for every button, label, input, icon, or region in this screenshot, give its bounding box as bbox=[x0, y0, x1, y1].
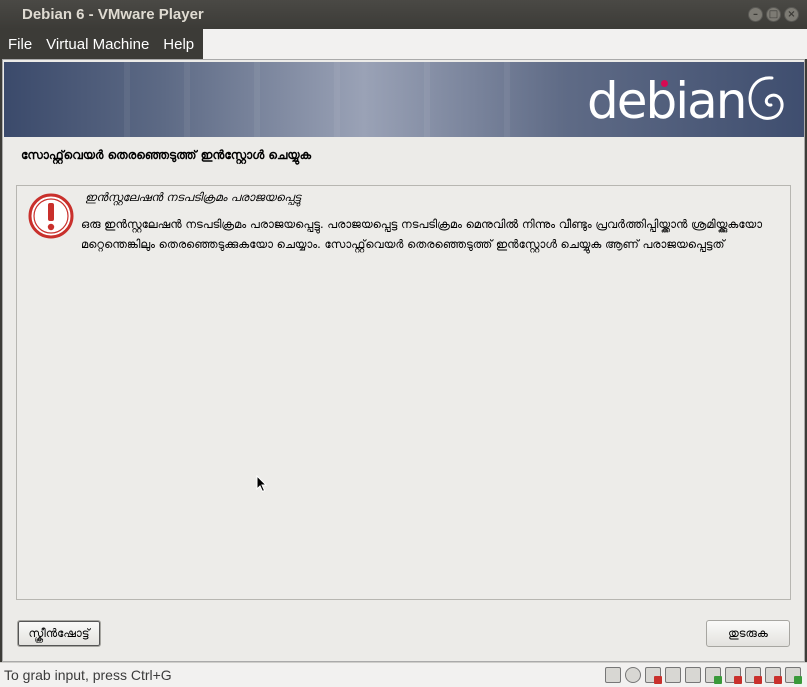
debian-logo-dot bbox=[661, 80, 668, 87]
usb-icon[interactable] bbox=[725, 667, 742, 684]
status-bar: To grab input, press Ctrl+G bbox=[0, 662, 807, 687]
page-title: സോഫ്റ്റ്‌വെയര്‍ തെരഞ്ഞെടുത്ത് ഇന്‍സ്റ്റോ… bbox=[21, 148, 312, 162]
close-button[interactable]: × bbox=[784, 7, 799, 22]
minimize-button[interactable]: – bbox=[748, 7, 763, 22]
sound-icon[interactable] bbox=[765, 667, 782, 684]
error-icon bbox=[28, 193, 74, 239]
debian-banner: debian bbox=[4, 62, 804, 137]
continue-button[interactable]: തുടരുക bbox=[706, 620, 790, 647]
menu-virtual-machine[interactable]: Virtual Machine bbox=[39, 36, 156, 53]
cd-icon[interactable] bbox=[625, 667, 641, 683]
error-title: ഇന്‍സ്റ്റലേഷന്‍ നടപടിക്രമം പരാജയപ്പെട്ടു bbox=[85, 190, 301, 204]
window-controls: – □ × bbox=[748, 7, 799, 22]
message-icon[interactable] bbox=[785, 667, 802, 684]
window-titlebar[interactable]: Debian 6 - VMware Player – □ × bbox=[0, 0, 807, 29]
device-icons bbox=[605, 667, 802, 684]
hard-disk-icon[interactable] bbox=[605, 667, 621, 683]
usb-icon[interactable] bbox=[745, 667, 762, 684]
error-message-box: ഇന്‍സ്റ്റലേഷന്‍ നടപടിക്രമം പരാജയപ്പെട്ടു… bbox=[16, 185, 791, 600]
menu-bar-spacer bbox=[203, 29, 807, 59]
printer-icon[interactable] bbox=[685, 667, 701, 683]
vm-guest-screen[interactable]: debian സോഫ്റ്റ്‌വെയര്‍ തെരഞ്ഞെടുത്ത് ഇന്… bbox=[2, 59, 805, 662]
menu-help[interactable]: Help bbox=[156, 36, 201, 53]
mouse-pointer-icon bbox=[256, 475, 268, 493]
usb-icon[interactable] bbox=[705, 667, 722, 684]
screenshot-button[interactable]: സ്ക്രീന്‍ഷോട്ട് bbox=[17, 620, 101, 647]
menu-file[interactable]: File bbox=[0, 36, 39, 53]
menu-bar: File Virtual Machine Help bbox=[0, 29, 203, 59]
maximize-button[interactable]: □ bbox=[766, 7, 781, 22]
floppy-icon[interactable] bbox=[645, 667, 662, 684]
debian-swirl-icon bbox=[748, 76, 784, 120]
window-title: Debian 6 - VMware Player bbox=[22, 6, 204, 23]
network-icon[interactable] bbox=[665, 667, 681, 683]
error-description: ഒരു ഇന്‍സ്റ്റലേഷന്‍ നടപടിക്രമം പരാജയപ്പെ… bbox=[81, 217, 763, 251]
grab-input-hint: To grab input, press Ctrl+G bbox=[4, 667, 172, 683]
